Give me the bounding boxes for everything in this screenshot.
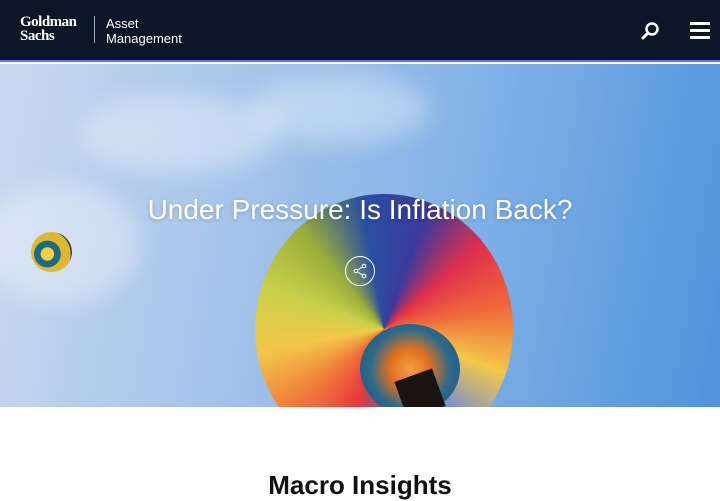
hero-banner: Under Pressure: Is Inflation Back? — [0, 64, 720, 407]
logo-wordmark: Goldman Sachs — [20, 14, 77, 44]
logo-divider — [94, 16, 95, 43]
small-balloon-image — [31, 232, 72, 272]
hamburger-menu-icon[interactable] — [690, 22, 710, 40]
section-heading: Macro Insights — [268, 470, 452, 500]
share-button[interactable] — [345, 256, 375, 286]
logo-line-1: Goldman — [20, 14, 77, 30]
logo-sub-1: Asset — [106, 16, 139, 31]
logo-subtitle: Asset Management — [106, 16, 182, 46]
hero-title: Under Pressure: Is Inflation Back? — [147, 194, 573, 225]
logo-line-2: Sachs — [20, 28, 55, 44]
share-icon — [353, 263, 367, 279]
logo-sub-2: Management — [106, 31, 182, 46]
search-icon[interactable] — [640, 21, 660, 41]
site-header: Goldman Sachs Asset Management — [0, 0, 720, 62]
